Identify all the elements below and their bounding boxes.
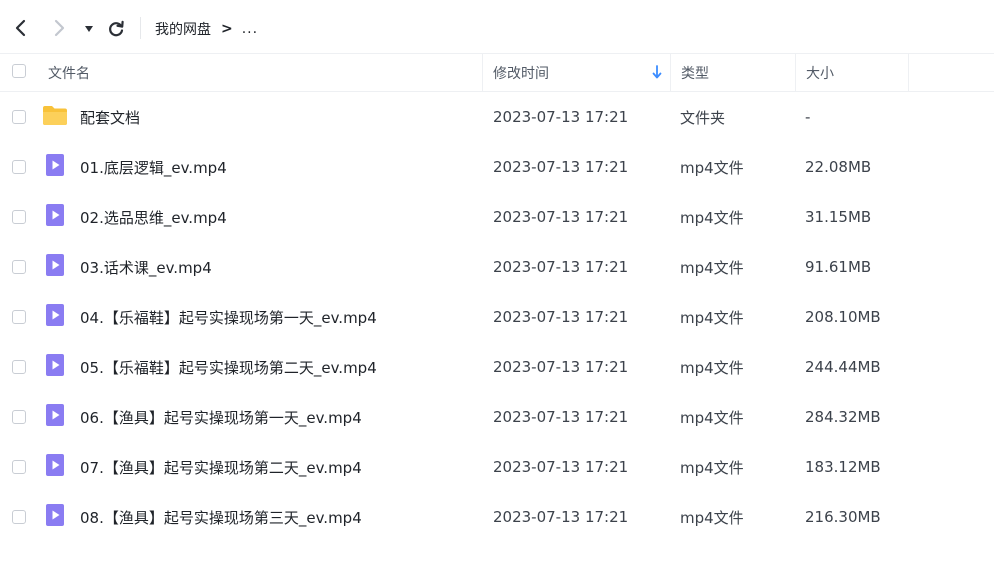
breadcrumb-root[interactable]: 我的网盘 (155, 19, 211, 39)
breadcrumb-separator: > (221, 21, 233, 37)
chevron-right-icon (54, 19, 65, 37)
refresh-icon (109, 20, 124, 37)
video-file-icon (44, 303, 66, 331)
file-size: 22.08MB (805, 158, 872, 176)
video-file-icon (44, 203, 66, 231)
file-name[interactable]: 07.【渔具】起号实操现场第二天_ev.mp4 (80, 442, 362, 492)
file-list: 配套文档 2023-07-13 17:21 文件夹 - 01.底层逻辑_ev.m… (0, 92, 994, 542)
column-header-name-label: 文件名 (48, 65, 90, 82)
select-all-checkbox[interactable] (12, 64, 26, 78)
file-row[interactable]: 配套文档 2023-07-13 17:21 文件夹 - (0, 92, 994, 142)
video-file-icon (44, 453, 66, 481)
chevron-left-icon (15, 19, 26, 37)
file-modified-time: 2023-07-13 17:21 (493, 508, 629, 526)
forward-button[interactable] (46, 15, 72, 41)
video-file-icon (44, 253, 66, 281)
row-checkbox[interactable] (12, 160, 26, 174)
row-checkbox[interactable] (12, 310, 26, 324)
column-header-type[interactable]: 类型 (671, 54, 796, 91)
file-modified-time: 2023-07-13 17:21 (493, 408, 629, 426)
file-icon-cell (40, 392, 70, 442)
file-type: mp4文件 (680, 258, 744, 277)
file-icon-cell (40, 342, 70, 392)
file-type: 文件夹 (680, 108, 726, 127)
file-type: mp4文件 (680, 158, 744, 177)
arrow-down-icon (652, 65, 662, 79)
row-checkbox[interactable] (12, 110, 26, 124)
file-type: mp4文件 (680, 408, 744, 427)
file-icon-cell (40, 492, 70, 542)
file-name[interactable]: 05.【乐福鞋】起号实操现场第二天_ev.mp4 (80, 342, 377, 392)
table-header: 文件名 修改时间 类型 大小 (0, 54, 994, 92)
column-header-time[interactable]: 修改时间 (483, 54, 671, 91)
file-type: mp4文件 (680, 508, 744, 527)
row-checkbox[interactable] (12, 410, 26, 424)
file-icon-cell (40, 442, 70, 492)
file-modified-time: 2023-07-13 17:21 (493, 108, 629, 126)
row-checkbox[interactable] (12, 210, 26, 224)
toolbar-divider (140, 17, 141, 39)
file-modified-time: 2023-07-13 17:21 (493, 358, 629, 376)
file-size: 216.30MB (805, 508, 881, 526)
column-header-size-label: 大小 (806, 65, 834, 82)
row-checkbox[interactable] (12, 360, 26, 374)
file-size: 183.12MB (805, 458, 881, 476)
file-row[interactable]: 08.【渔具】起号实操现场第三天_ev.mp4 2023-07-13 17:21… (0, 492, 994, 542)
file-size: - (805, 108, 811, 126)
file-name[interactable]: 01.底层逻辑_ev.mp4 (80, 142, 227, 192)
file-type: mp4文件 (680, 208, 744, 227)
file-row[interactable]: 07.【渔具】起号实操现场第二天_ev.mp4 2023-07-13 17:21… (0, 442, 994, 492)
row-checkbox[interactable] (12, 260, 26, 274)
file-name[interactable]: 02.选品思维_ev.mp4 (80, 192, 227, 242)
breadcrumb-more[interactable]: ... (242, 21, 258, 37)
breadcrumb: 我的网盘 > ... (155, 18, 258, 40)
file-row[interactable]: 03.话术课_ev.mp4 2023-07-13 17:21 mp4文件 91.… (0, 242, 994, 292)
column-header-type-label: 类型 (681, 65, 709, 82)
file-modified-time: 2023-07-13 17:21 (493, 308, 629, 326)
file-modified-time: 2023-07-13 17:21 (493, 458, 629, 476)
row-checkbox[interactable] (12, 460, 26, 474)
file-icon-cell (40, 192, 70, 242)
history-dropdown-button[interactable] (80, 18, 98, 40)
column-header-name[interactable]: 文件名 (40, 54, 483, 91)
file-name[interactable]: 配套文档 (80, 92, 140, 142)
file-row[interactable]: 04.【乐福鞋】起号实操现场第一天_ev.mp4 2023-07-13 17:2… (0, 292, 994, 342)
file-row[interactable]: 06.【渔具】起号实操现场第一天_ev.mp4 2023-07-13 17:21… (0, 392, 994, 442)
file-size: 208.10MB (805, 308, 881, 326)
file-icon-cell (40, 292, 70, 342)
file-type: mp4文件 (680, 358, 744, 377)
file-size: 284.32MB (805, 408, 881, 426)
refresh-button[interactable] (103, 16, 129, 42)
file-modified-time: 2023-07-13 17:21 (493, 208, 629, 226)
video-file-icon (44, 403, 66, 431)
back-button[interactable] (8, 15, 34, 41)
file-name[interactable]: 08.【渔具】起号实操现场第三天_ev.mp4 (80, 492, 362, 542)
header-select-all[interactable] (0, 54, 40, 91)
video-file-icon (44, 503, 66, 531)
file-row[interactable]: 01.底层逻辑_ev.mp4 2023-07-13 17:21 mp4文件 22… (0, 142, 994, 192)
column-header-size[interactable]: 大小 (796, 54, 909, 91)
file-icon-cell (40, 242, 70, 292)
file-row[interactable]: 02.选品思维_ev.mp4 2023-07-13 17:21 mp4文件 31… (0, 192, 994, 242)
file-name[interactable]: 04.【乐福鞋】起号实操现场第一天_ev.mp4 (80, 292, 377, 342)
column-header-time-label: 修改时间 (493, 65, 549, 82)
video-file-icon (44, 353, 66, 381)
file-modified-time: 2023-07-13 17:21 (493, 258, 629, 276)
file-icon-cell (40, 142, 70, 192)
file-name[interactable]: 03.话术课_ev.mp4 (80, 242, 212, 292)
file-row[interactable]: 05.【乐福鞋】起号实操现场第二天_ev.mp4 2023-07-13 17:2… (0, 342, 994, 392)
row-checkbox[interactable] (12, 510, 26, 524)
caret-down-icon (85, 26, 93, 32)
file-type: mp4文件 (680, 458, 744, 477)
file-size: 91.61MB (805, 258, 872, 276)
file-icon-cell (40, 92, 70, 142)
file-modified-time: 2023-07-13 17:21 (493, 158, 629, 176)
video-file-icon (44, 153, 66, 181)
file-size: 244.44MB (805, 358, 881, 376)
file-size: 31.15MB (805, 208, 872, 226)
folder-icon (42, 104, 68, 130)
file-name[interactable]: 06.【渔具】起号实操现场第一天_ev.mp4 (80, 392, 362, 442)
toolbar: 我的网盘 > ... (0, 0, 994, 54)
file-type: mp4文件 (680, 308, 744, 327)
